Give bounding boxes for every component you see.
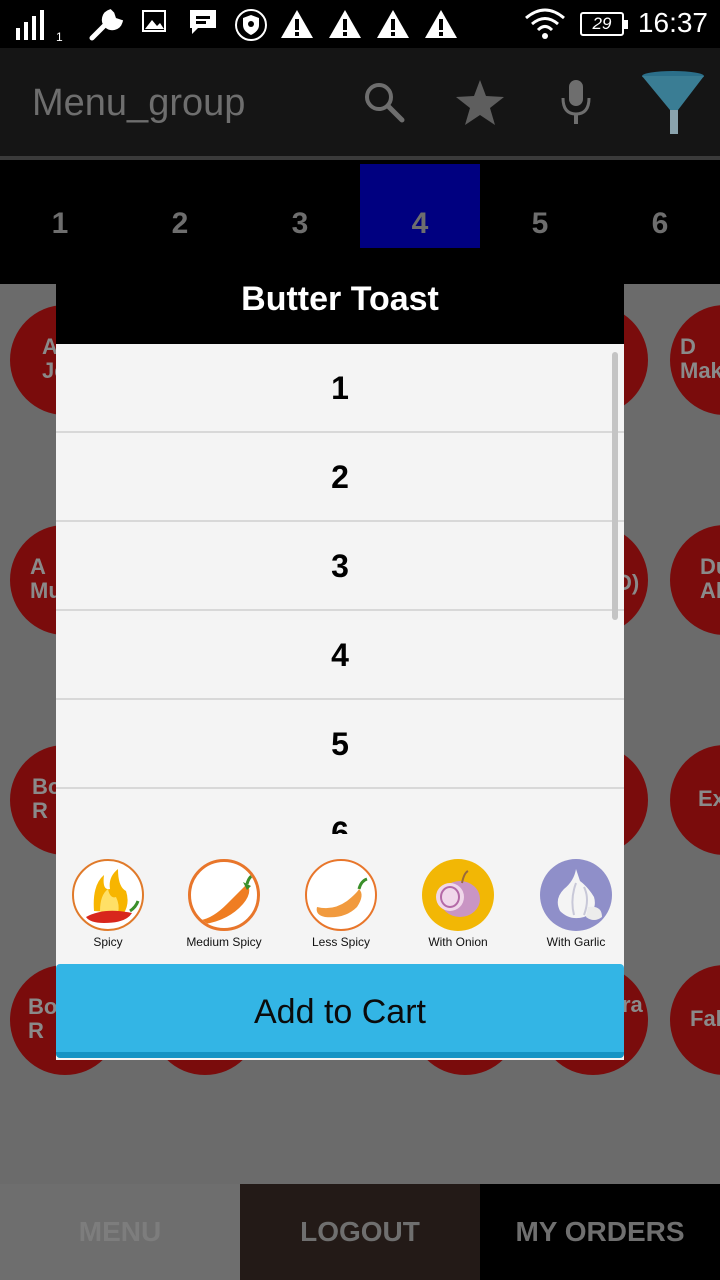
- chili-icon: [188, 859, 260, 931]
- microphone-icon[interactable]: [558, 78, 594, 128]
- quantity-option[interactable]: 4: [56, 611, 624, 700]
- tab-1[interactable]: 1: [0, 164, 120, 248]
- menu-item[interactable]: Du Al: [670, 525, 720, 635]
- app-title: Menu_group: [32, 82, 246, 124]
- bottom-navigation: MENU LOGOUT MY ORDERS: [0, 1184, 720, 1280]
- quantity-dialog: Butter Toast 1 2 3 4 5 6 Spicy Medium Sp…: [56, 282, 624, 1060]
- spice-options: Spicy Medium Spicy Less Spicy With Onion…: [56, 859, 624, 959]
- wrench-icon: [89, 9, 124, 41]
- warning-icon: [329, 10, 361, 38]
- quantity-option[interactable]: 5: [56, 700, 624, 789]
- option-label: With Onion: [428, 935, 488, 949]
- warning-icon: [425, 10, 457, 38]
- option-medium-spicy[interactable]: Medium Spicy: [172, 859, 276, 949]
- vpn-shield-icon: [235, 9, 267, 41]
- option-less-spicy[interactable]: Less Spicy: [289, 859, 393, 949]
- garlic-icon: [540, 859, 612, 931]
- action-bar: Menu_group: [0, 48, 720, 160]
- warning-icon: [281, 10, 313, 38]
- pepper-icon: [305, 859, 377, 931]
- menu-item[interactable]: D Mak: [670, 305, 720, 415]
- onion-icon: [422, 859, 494, 931]
- quantity-option[interactable]: 2: [56, 433, 624, 522]
- battery-icon: 29: [580, 12, 628, 36]
- quantity-list[interactable]: 1 2 3 4 5 6: [56, 344, 624, 834]
- option-with-onion[interactable]: With Onion: [406, 859, 510, 949]
- svg-text:1: 1: [56, 30, 63, 42]
- my-orders-button[interactable]: MY ORDERS: [480, 1184, 720, 1280]
- star-icon[interactable]: [454, 78, 506, 128]
- option-with-garlic[interactable]: With Garlic: [524, 859, 628, 949]
- filter-icon[interactable]: [640, 70, 706, 140]
- flame-chili-icon: [72, 859, 144, 931]
- quantity-option[interactable]: 3: [56, 522, 624, 611]
- tab-3[interactable]: 3: [240, 164, 360, 248]
- dialog-title: Butter Toast: [56, 282, 624, 344]
- quantity-option[interactable]: 1: [56, 344, 624, 433]
- message-icon: [190, 10, 216, 34]
- option-label: Less Spicy: [311, 935, 371, 949]
- tab-4[interactable]: 4: [360, 164, 480, 248]
- tab-2[interactable]: 2: [120, 164, 240, 248]
- menu-button[interactable]: MENU: [0, 1184, 240, 1280]
- warning-icon: [377, 10, 409, 38]
- option-label: Medium Spicy: [186, 935, 262, 949]
- menu-item[interactable]: Fal: [670, 965, 720, 1075]
- add-to-cart-button[interactable]: Add to Cart: [56, 964, 624, 1058]
- option-spicy[interactable]: Spicy: [56, 859, 160, 949]
- menu-item[interactable]: Ex: [670, 745, 720, 855]
- battery-level: 29: [592, 14, 612, 33]
- image-icon: [142, 10, 166, 32]
- status-bar: 1 29 16:37: [0, 0, 720, 48]
- logout-button[interactable]: LOGOUT: [240, 1184, 480, 1280]
- tab-6[interactable]: 6: [600, 164, 720, 248]
- option-label: Spicy: [93, 935, 123, 949]
- signal-icon: 1: [16, 10, 63, 42]
- group-tabs: 1 2 3 4 5 6: [0, 164, 720, 284]
- quantity-option[interactable]: 6: [56, 789, 624, 834]
- wifi-icon: [525, 8, 565, 39]
- clock: 16:37: [637, 7, 708, 38]
- option-label: With Garlic: [546, 935, 606, 949]
- tab-5[interactable]: 5: [480, 164, 600, 248]
- scrollbar[interactable]: [612, 352, 618, 620]
- search-icon[interactable]: [362, 80, 406, 124]
